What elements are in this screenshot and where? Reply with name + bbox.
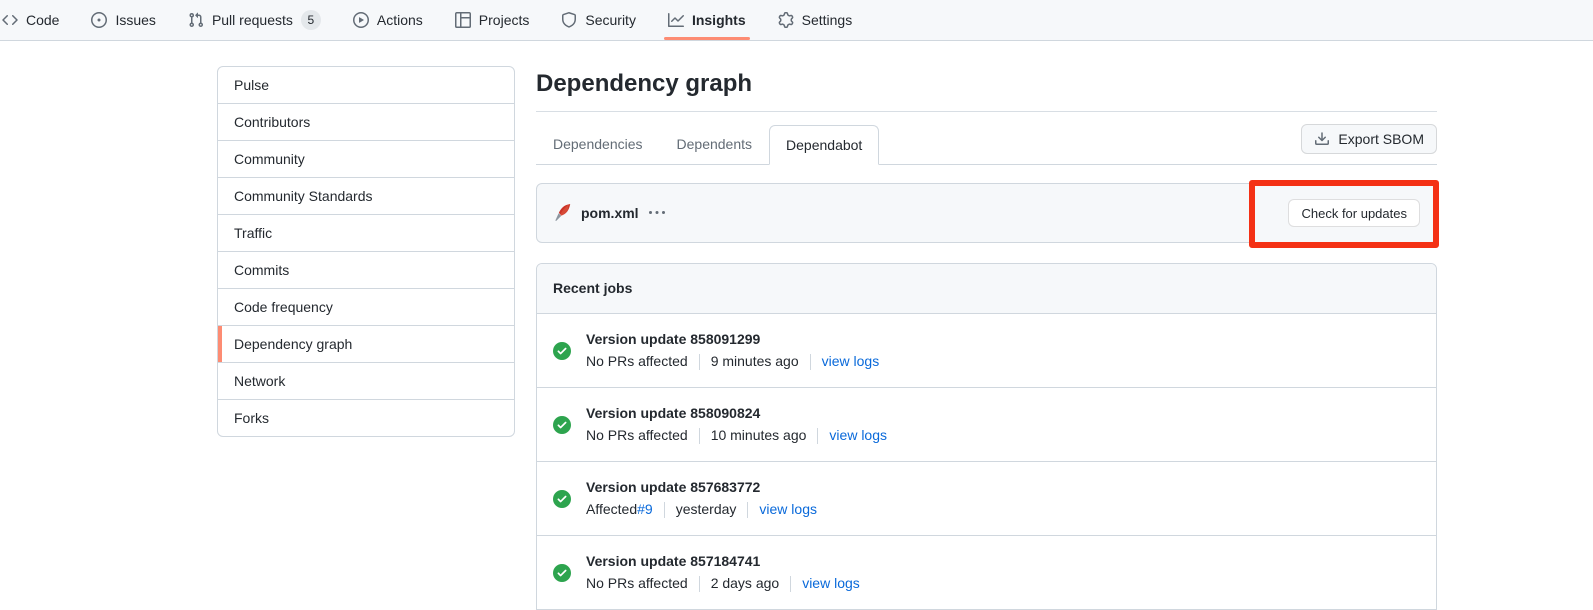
- pipe-divider: [699, 354, 700, 370]
- recent-jobs-header: Recent jobs: [537, 264, 1436, 314]
- job-details: No PRs affected 10 minutes ago view logs: [586, 425, 887, 446]
- pipe-divider: [699, 576, 700, 592]
- success-check-icon: [553, 342, 571, 360]
- pr-icon: [188, 12, 204, 28]
- main-panel: Dependency graph DependenciesDependentsD…: [536, 66, 1437, 610]
- insights-sidebar: PulseContributorsCommunityCommunity Stan…: [217, 66, 515, 437]
- view-logs-link[interactable]: view logs: [829, 425, 887, 446]
- tabs-group: DependenciesDependentsDependabot: [536, 125, 879, 164]
- job-prs-status: No PRs affected: [586, 351, 688, 372]
- recent-jobs-panel: Recent jobs Version update 858091299No P…: [536, 263, 1437, 610]
- check-for-updates-button[interactable]: Check for updates: [1288, 199, 1420, 227]
- export-sbom-button[interactable]: Export SBOM: [1301, 124, 1437, 154]
- job-title: Version update 857184741: [586, 551, 860, 572]
- pipe-divider: [664, 502, 665, 518]
- success-check-icon: [553, 416, 571, 434]
- success-check-icon: [553, 564, 571, 582]
- nav-item-label: Projects: [479, 12, 530, 28]
- nav-item-insights[interactable]: Insights: [658, 0, 756, 40]
- title-divider: [536, 111, 1437, 112]
- job-details: No PRs affected 9 minutes ago view logs: [586, 351, 879, 372]
- job-row: Version update 858090824No PRs affected 1…: [537, 387, 1436, 461]
- nav-item-pull-requests[interactable]: Pull requests 5: [178, 0, 331, 40]
- code-icon: [2, 12, 18, 28]
- sidebar-item-dependency-graph[interactable]: Dependency graph: [218, 325, 514, 362]
- graph-icon: [668, 12, 684, 28]
- shield-icon: [561, 12, 577, 28]
- gear-icon: [778, 12, 794, 28]
- nav-item-settings[interactable]: Settings: [768, 0, 863, 40]
- manifest-filename: pom.xml: [581, 205, 639, 221]
- affected-pr-link[interactable]: #9: [637, 499, 653, 520]
- view-logs-link[interactable]: view logs: [822, 351, 880, 372]
- sidebar-item-contributors[interactable]: Contributors: [218, 103, 514, 140]
- nav-item-label: Actions: [377, 12, 423, 28]
- job-row: Version update 858091299No PRs affected 9…: [537, 314, 1436, 387]
- pipe-divider: [790, 576, 791, 592]
- job-timestamp: 10 minutes ago: [711, 425, 807, 446]
- sidebar-item-community-standards[interactable]: Community Standards: [218, 177, 514, 214]
- nav-item-label: Issues: [115, 12, 155, 28]
- sidebar-item-pulse[interactable]: Pulse: [218, 67, 514, 103]
- manifest-section: pom.xml Check for updates: [536, 183, 1437, 243]
- nav-item-actions[interactable]: Actions: [343, 0, 433, 40]
- tab-dependencies[interactable]: Dependencies: [536, 125, 660, 164]
- tab-dependabot[interactable]: Dependabot: [769, 125, 879, 165]
- tab-dependents[interactable]: Dependents: [660, 125, 770, 164]
- success-check-icon: [553, 490, 571, 508]
- job-timestamp: yesterday: [676, 499, 737, 520]
- kebab-menu-icon[interactable]: [649, 205, 665, 221]
- sidebar-item-commits[interactable]: Commits: [218, 251, 514, 288]
- sidebar-item-network[interactable]: Network: [218, 362, 514, 399]
- pipe-divider: [699, 428, 700, 444]
- job-row: Version update 857683772Affected #9 yeste…: [537, 461, 1436, 535]
- repo-tab-bar: Code Issues Pull requests 5 Actions Projects S…: [0, 0, 1593, 41]
- sidebar-item-forks[interactable]: Forks: [218, 399, 514, 436]
- jobs-list: Version update 858091299No PRs affected9…: [537, 314, 1436, 609]
- job-title: Version update 857683772: [586, 477, 817, 498]
- nav-item-security[interactable]: Security: [551, 0, 646, 40]
- maven-pom-icon: [553, 204, 571, 222]
- sidebar-item-community[interactable]: Community: [218, 140, 514, 177]
- dependency-graph-tabs: DependenciesDependentsDependabot Export …: [536, 126, 1437, 165]
- pipe-divider: [810, 354, 811, 370]
- job-prs-status: No PRs affected: [586, 425, 688, 446]
- page-title: Dependency graph: [536, 69, 1437, 99]
- nav-item-projects[interactable]: Projects: [445, 0, 540, 40]
- pipe-divider: [747, 502, 748, 518]
- nav-item-issues[interactable]: Issues: [81, 0, 165, 40]
- job-timestamp: 9 minutes ago: [711, 351, 799, 372]
- pipe-divider: [817, 428, 818, 444]
- job-title: Version update 858091299: [586, 329, 879, 350]
- issue-icon: [91, 12, 107, 28]
- nav-item-code[interactable]: Code: [0, 0, 69, 40]
- nav-item-label: Insights: [692, 12, 746, 28]
- recent-jobs-title: Recent jobs: [553, 280, 632, 296]
- job-prs-status: Affected: [586, 499, 637, 520]
- page-content: PulseContributorsCommunityCommunity Stan…: [0, 41, 1593, 610]
- pr-count-badge: 5: [301, 10, 321, 30]
- nav-item-label: Pull requests: [212, 12, 293, 28]
- sidebar-item-traffic[interactable]: Traffic: [218, 214, 514, 251]
- play-icon: [353, 12, 369, 28]
- nav-item-label: Code: [26, 12, 59, 28]
- job-title: Version update 858090824: [586, 403, 887, 424]
- nav-item-label: Settings: [802, 12, 853, 28]
- export-sbom-label: Export SBOM: [1338, 131, 1424, 147]
- nav-item-label: Security: [585, 12, 636, 28]
- sidebar-item-code-frequency[interactable]: Code frequency: [218, 288, 514, 325]
- manifest-row: pom.xml Check for updates: [536, 183, 1437, 243]
- view-logs-link[interactable]: view logs: [759, 499, 817, 520]
- table-icon: [455, 12, 471, 28]
- job-row: Version update 857184741No PRs affected2…: [537, 535, 1436, 609]
- download-icon: [1314, 131, 1330, 147]
- job-details: Affected #9 yesterday view logs: [586, 499, 817, 520]
